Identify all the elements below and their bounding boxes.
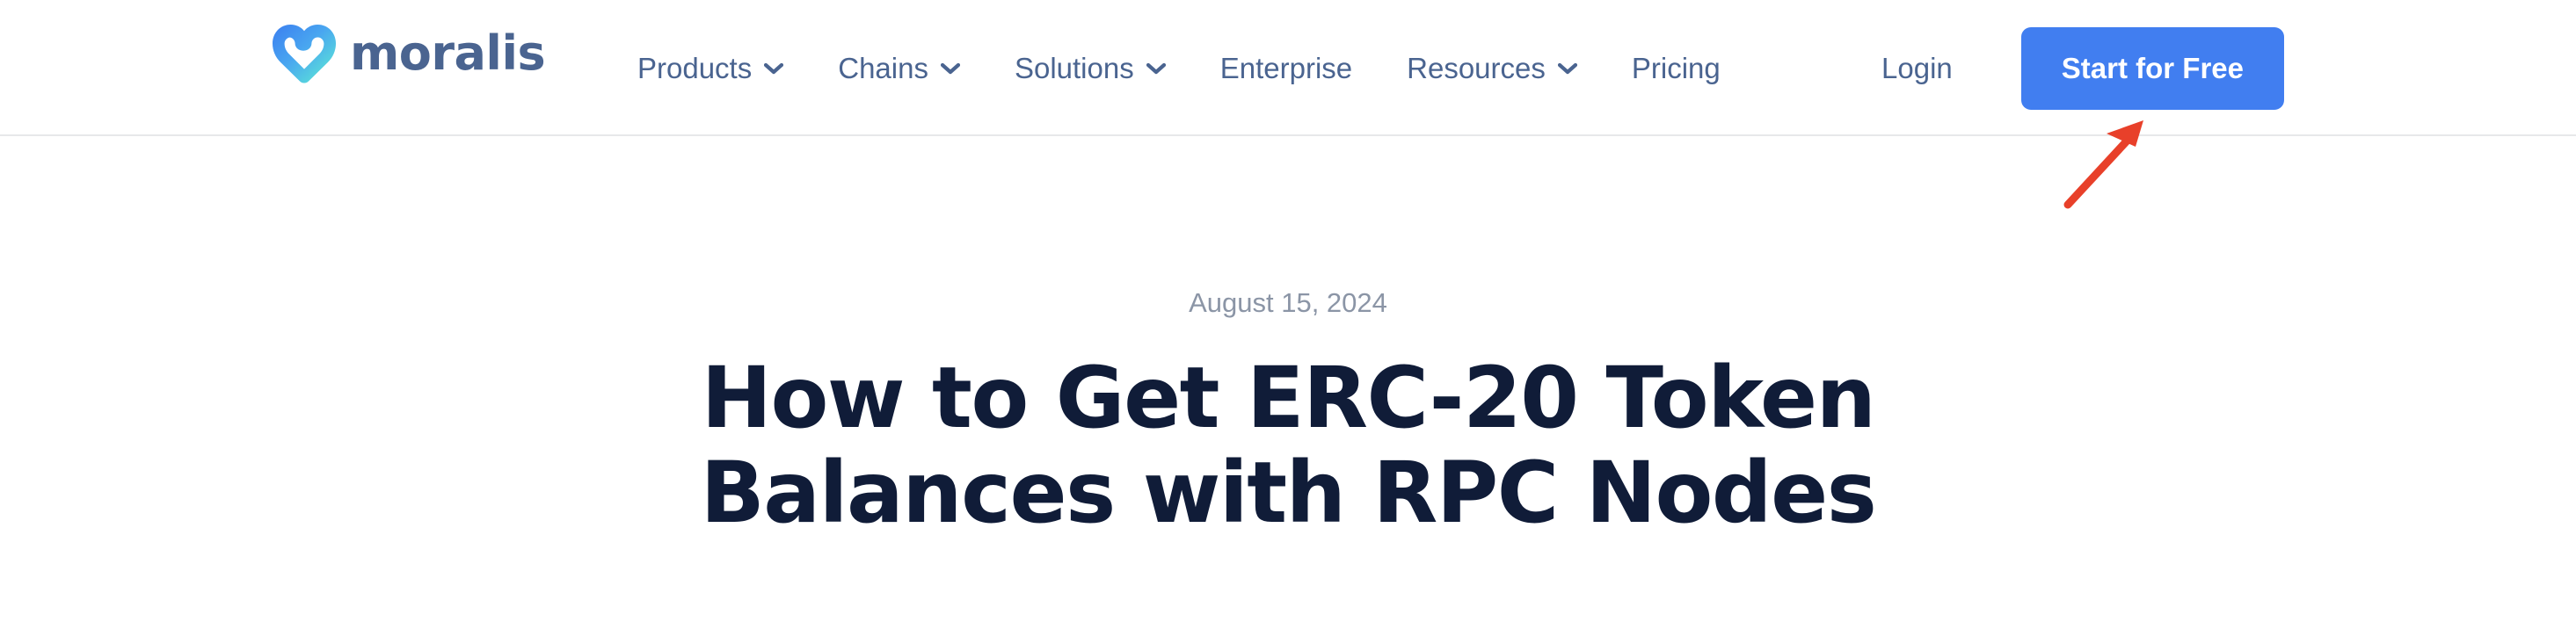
nav-label: Resources [1407, 52, 1546, 84]
moralis-heart-logo-icon [273, 24, 336, 83]
chevron-down-icon [940, 62, 960, 75]
chevron-down-icon [1557, 62, 1577, 75]
login-link[interactable]: Login [1881, 52, 1953, 85]
page-title: How to Get ERC-20 Token Balances with RP… [700, 349, 1877, 542]
nav-item-products[interactable]: Products [637, 52, 784, 84]
site-header: moralis Products Chains Solutions Enterp… [0, 0, 2576, 136]
nav-item-chains[interactable]: Chains [838, 54, 960, 83]
main-navigation: Products Chains Solutions Enterprise Res… [637, 0, 1721, 136]
nav-label: Chains [838, 52, 928, 84]
nav-label: Pricing [1631, 52, 1721, 84]
nav-item-resources[interactable]: Resources [1407, 54, 1577, 83]
article-date: August 15, 2024 [1189, 287, 1387, 318]
nav-item-enterprise[interactable]: Enterprise [1220, 54, 1352, 83]
chevron-down-icon [1146, 62, 1166, 75]
article-hero: August 15, 2024 How to Get ERC-20 Token … [0, 136, 2576, 540]
nav-label: Solutions [1014, 52, 1134, 84]
start-for-free-button[interactable]: Start for Free [2020, 26, 2284, 110]
chevron-down-icon [764, 62, 784, 75]
brand-wordmark: moralis [350, 25, 546, 81]
nav-item-pricing[interactable]: Pricing [1632, 54, 1721, 83]
nav-label: Products [637, 52, 753, 84]
header-actions: Login Start for Free [1881, 0, 2284, 136]
nav-item-solutions[interactable]: Solutions [1015, 54, 1166, 83]
nav-label: Enterprise [1219, 52, 1353, 84]
brand-logo-link[interactable]: moralis [273, 24, 546, 83]
